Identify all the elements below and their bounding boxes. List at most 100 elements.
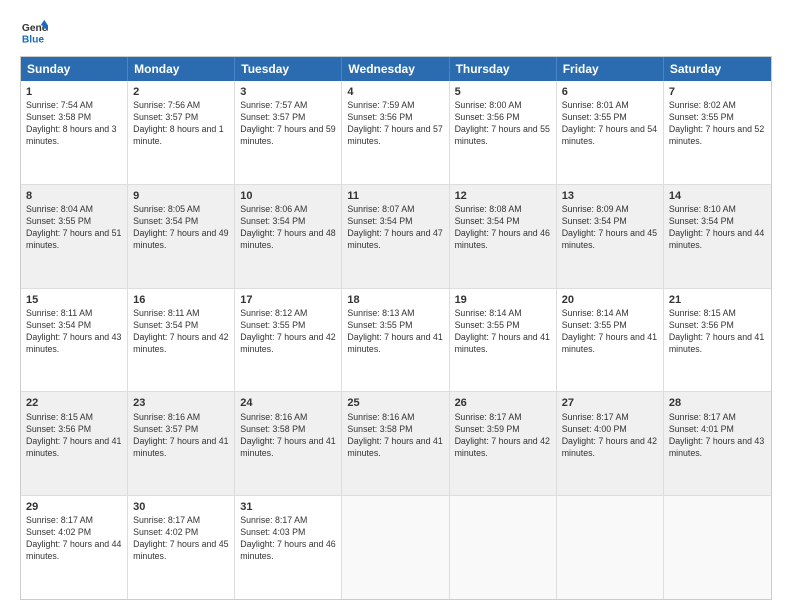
calendar: SundayMondayTuesdayWednesdayThursdayFrid… <box>20 56 772 600</box>
day-number: 2 <box>133 85 229 99</box>
cell-text: Sunrise: 8:10 AMSunset: 3:54 PMDaylight:… <box>669 204 764 250</box>
cell-text: Sunrise: 8:11 AMSunset: 3:54 PMDaylight:… <box>26 308 121 354</box>
cell-text: Sunrise: 8:15 AMSunset: 3:56 PMDaylight:… <box>669 308 764 354</box>
day-number: 4 <box>347 85 443 99</box>
day-number: 28 <box>669 396 766 410</box>
page: General Blue SundayMondayTuesdayWednesda… <box>0 0 792 612</box>
calendar-cell: 4Sunrise: 7:59 AMSunset: 3:56 PMDaylight… <box>342 81 449 184</box>
cell-text: Sunrise: 7:59 AMSunset: 3:56 PMDaylight:… <box>347 100 442 146</box>
calendar-body: 1Sunrise: 7:54 AMSunset: 3:58 PMDaylight… <box>21 81 771 599</box>
day-number: 6 <box>562 85 658 99</box>
calendar-cell: 11Sunrise: 8:07 AMSunset: 3:54 PMDayligh… <box>342 185 449 288</box>
cell-text: Sunrise: 7:54 AMSunset: 3:58 PMDaylight:… <box>26 100 116 146</box>
calendar-cell: 16Sunrise: 8:11 AMSunset: 3:54 PMDayligh… <box>128 289 235 392</box>
cell-text: Sunrise: 8:16 AMSunset: 3:58 PMDaylight:… <box>240 412 335 458</box>
calendar-cell <box>664 496 771 599</box>
calendar-cell: 27 Sunrise: 8:17 AMSunset: 4:00 PMDayligh… <box>557 392 664 495</box>
cell-text: Sunrise: 8:17 AMSunset: 4:02 PMDaylight:… <box>26 515 121 561</box>
day-number: 18 <box>347 293 443 307</box>
cell-text: Sunrise: 8:02 AMSunset: 3:55 PMDaylight:… <box>669 100 764 146</box>
calendar-cell: 8Sunrise: 8:04 AMSunset: 3:55 PMDaylight… <box>21 185 128 288</box>
cell-text: Sunrise: 8:17 AMSunset: 4:03 PMDaylight:… <box>240 515 335 561</box>
calendar-cell: 6Sunrise: 8:01 AMSunset: 3:55 PMDaylight… <box>557 81 664 184</box>
calendar-cell: 28 Sunrise: 8:17 AMSunset: 4:01 PMDayligh… <box>664 392 771 495</box>
day-number: 3 <box>240 85 336 99</box>
calendar-cell: 5Sunrise: 8:00 AMSunset: 3:56 PMDaylight… <box>450 81 557 184</box>
cell-text: Sunrise: 8:15 AMSunset: 3:56 PMDaylight:… <box>26 412 121 458</box>
cell-text: Sunrise: 8:13 AMSunset: 3:55 PMDaylight:… <box>347 308 442 354</box>
day-number: 14 <box>669 189 766 203</box>
day-number: 1 <box>26 85 122 99</box>
header: General Blue <box>20 18 772 46</box>
calendar-week-row: 22 Sunrise: 8:15 AMSunset: 3:56 PMDayligh… <box>21 391 771 495</box>
cell-text: Sunrise: 8:12 AMSunset: 3:55 PMDaylight:… <box>240 308 335 354</box>
calendar-week-row: 8Sunrise: 8:04 AMSunset: 3:55 PMDaylight… <box>21 184 771 288</box>
day-number: 11 <box>347 189 443 203</box>
cell-text: Sunrise: 8:11 AMSunset: 3:54 PMDaylight:… <box>133 308 228 354</box>
day-number: 9 <box>133 189 229 203</box>
weekday-header: Saturday <box>664 57 771 81</box>
day-number: 24 <box>240 396 336 410</box>
day-number: 26 <box>455 396 551 410</box>
logo-icon: General Blue <box>20 18 48 46</box>
svg-text:Blue: Blue <box>22 34 45 45</box>
weekday-header: Thursday <box>450 57 557 81</box>
day-number: 12 <box>455 189 551 203</box>
day-number: 15 <box>26 293 122 307</box>
cell-text: Sunrise: 8:00 AMSunset: 3:56 PMDaylight:… <box>455 100 550 146</box>
calendar-cell: 21Sunrise: 8:15 AMSunset: 3:56 PMDayligh… <box>664 289 771 392</box>
calendar-cell: 10Sunrise: 8:06 AMSunset: 3:54 PMDayligh… <box>235 185 342 288</box>
weekday-header: Monday <box>128 57 235 81</box>
day-number: 10 <box>240 189 336 203</box>
calendar-cell: 9Sunrise: 8:05 AMSunset: 3:54 PMDaylight… <box>128 185 235 288</box>
calendar-cell: 3Sunrise: 7:57 AMSunset: 3:57 PMDaylight… <box>235 81 342 184</box>
weekday-header: Wednesday <box>342 57 449 81</box>
weekday-header: Tuesday <box>235 57 342 81</box>
cell-text: Sunrise: 8:04 AMSunset: 3:55 PMDaylight:… <box>26 204 121 250</box>
cell-text: Sunrise: 8:09 AMSunset: 3:54 PMDaylight:… <box>562 204 657 250</box>
calendar-cell <box>342 496 449 599</box>
calendar-cell: 26 Sunrise: 8:17 AMSunset: 3:59 PMDayligh… <box>450 392 557 495</box>
day-number: 27 <box>562 396 658 410</box>
day-number: 23 <box>133 396 229 410</box>
calendar-cell: 18Sunrise: 8:13 AMSunset: 3:55 PMDayligh… <box>342 289 449 392</box>
day-number: 5 <box>455 85 551 99</box>
cell-text: Sunrise: 8:17 AMSunset: 4:01 PMDaylight:… <box>669 412 764 458</box>
cell-text: Sunrise: 8:17 AMSunset: 4:00 PMDaylight:… <box>562 412 657 458</box>
calendar-week-row: 29Sunrise: 8:17 AMSunset: 4:02 PMDayligh… <box>21 495 771 599</box>
cell-text: Sunrise: 8:17 AMSunset: 4:02 PMDaylight:… <box>133 515 228 561</box>
calendar-cell: 13Sunrise: 8:09 AMSunset: 3:54 PMDayligh… <box>557 185 664 288</box>
day-number: 31 <box>240 500 336 514</box>
cell-text: Sunrise: 7:56 AMSunset: 3:57 PMDaylight:… <box>133 100 223 146</box>
cell-text: Sunrise: 8:16 AMSunset: 3:57 PMDaylight:… <box>133 412 228 458</box>
calendar-cell: 7Sunrise: 8:02 AMSunset: 3:55 PMDaylight… <box>664 81 771 184</box>
calendar-cell: 19Sunrise: 8:14 AMSunset: 3:55 PMDayligh… <box>450 289 557 392</box>
day-number: 29 <box>26 500 122 514</box>
calendar-cell: 12Sunrise: 8:08 AMSunset: 3:54 PMDayligh… <box>450 185 557 288</box>
day-number: 17 <box>240 293 336 307</box>
weekday-header: Friday <box>557 57 664 81</box>
cell-text: Sunrise: 8:16 AMSunset: 3:58 PMDaylight:… <box>347 412 442 458</box>
cell-text: Sunrise: 8:05 AMSunset: 3:54 PMDaylight:… <box>133 204 228 250</box>
cell-text: Sunrise: 7:57 AMSunset: 3:57 PMDaylight:… <box>240 100 335 146</box>
calendar-cell: 14Sunrise: 8:10 AMSunset: 3:54 PMDayligh… <box>664 185 771 288</box>
calendar-cell: 2Sunrise: 7:56 AMSunset: 3:57 PMDaylight… <box>128 81 235 184</box>
calendar-cell: 31Sunrise: 8:17 AMSunset: 4:03 PMDayligh… <box>235 496 342 599</box>
day-number: 16 <box>133 293 229 307</box>
weekday-header: Sunday <box>21 57 128 81</box>
calendar-header: SundayMondayTuesdayWednesdayThursdayFrid… <box>21 57 771 81</box>
calendar-cell <box>450 496 557 599</box>
calendar-cell: 29Sunrise: 8:17 AMSunset: 4:02 PMDayligh… <box>21 496 128 599</box>
day-number: 20 <box>562 293 658 307</box>
calendar-cell: 24 Sunrise: 8:16 AMSunset: 3:58 PMDayligh… <box>235 392 342 495</box>
day-number: 13 <box>562 189 658 203</box>
calendar-cell: 23 Sunrise: 8:16 AMSunset: 3:57 PMDayligh… <box>128 392 235 495</box>
calendar-week-row: 15Sunrise: 8:11 AMSunset: 3:54 PMDayligh… <box>21 288 771 392</box>
cell-text: Sunrise: 8:08 AMSunset: 3:54 PMDaylight:… <box>455 204 550 250</box>
day-number: 22 <box>26 396 122 410</box>
day-number: 21 <box>669 293 766 307</box>
cell-text: Sunrise: 8:07 AMSunset: 3:54 PMDaylight:… <box>347 204 442 250</box>
logo: General Blue <box>20 18 48 46</box>
cell-text: Sunrise: 8:17 AMSunset: 3:59 PMDaylight:… <box>455 412 550 458</box>
calendar-cell: 1Sunrise: 7:54 AMSunset: 3:58 PMDaylight… <box>21 81 128 184</box>
